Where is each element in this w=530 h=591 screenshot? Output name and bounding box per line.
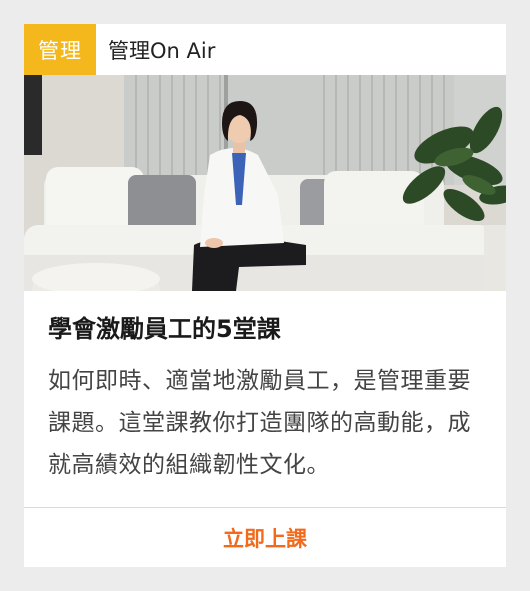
channel-name: 管理On Air (108, 38, 216, 63)
start-course-button[interactable]: 立即上課 (24, 508, 506, 567)
course-description: 如何即時、適當地激勵員工，是管理重要課題。這堂課教你打造團隊的高動能，成就高績效… (48, 368, 471, 478)
category-tag: 管理 (24, 24, 96, 75)
course-card[interactable]: 管理 管理On Air 學會激勵員工的5堂課 如何即時、適當地激勵員工，是管理重… (24, 24, 506, 567)
course-photo[interactable] (24, 75, 506, 291)
course-title[interactable]: 學會激勵員工的5堂課 (48, 312, 488, 346)
card-header: 管理 管理On Air (24, 24, 506, 75)
